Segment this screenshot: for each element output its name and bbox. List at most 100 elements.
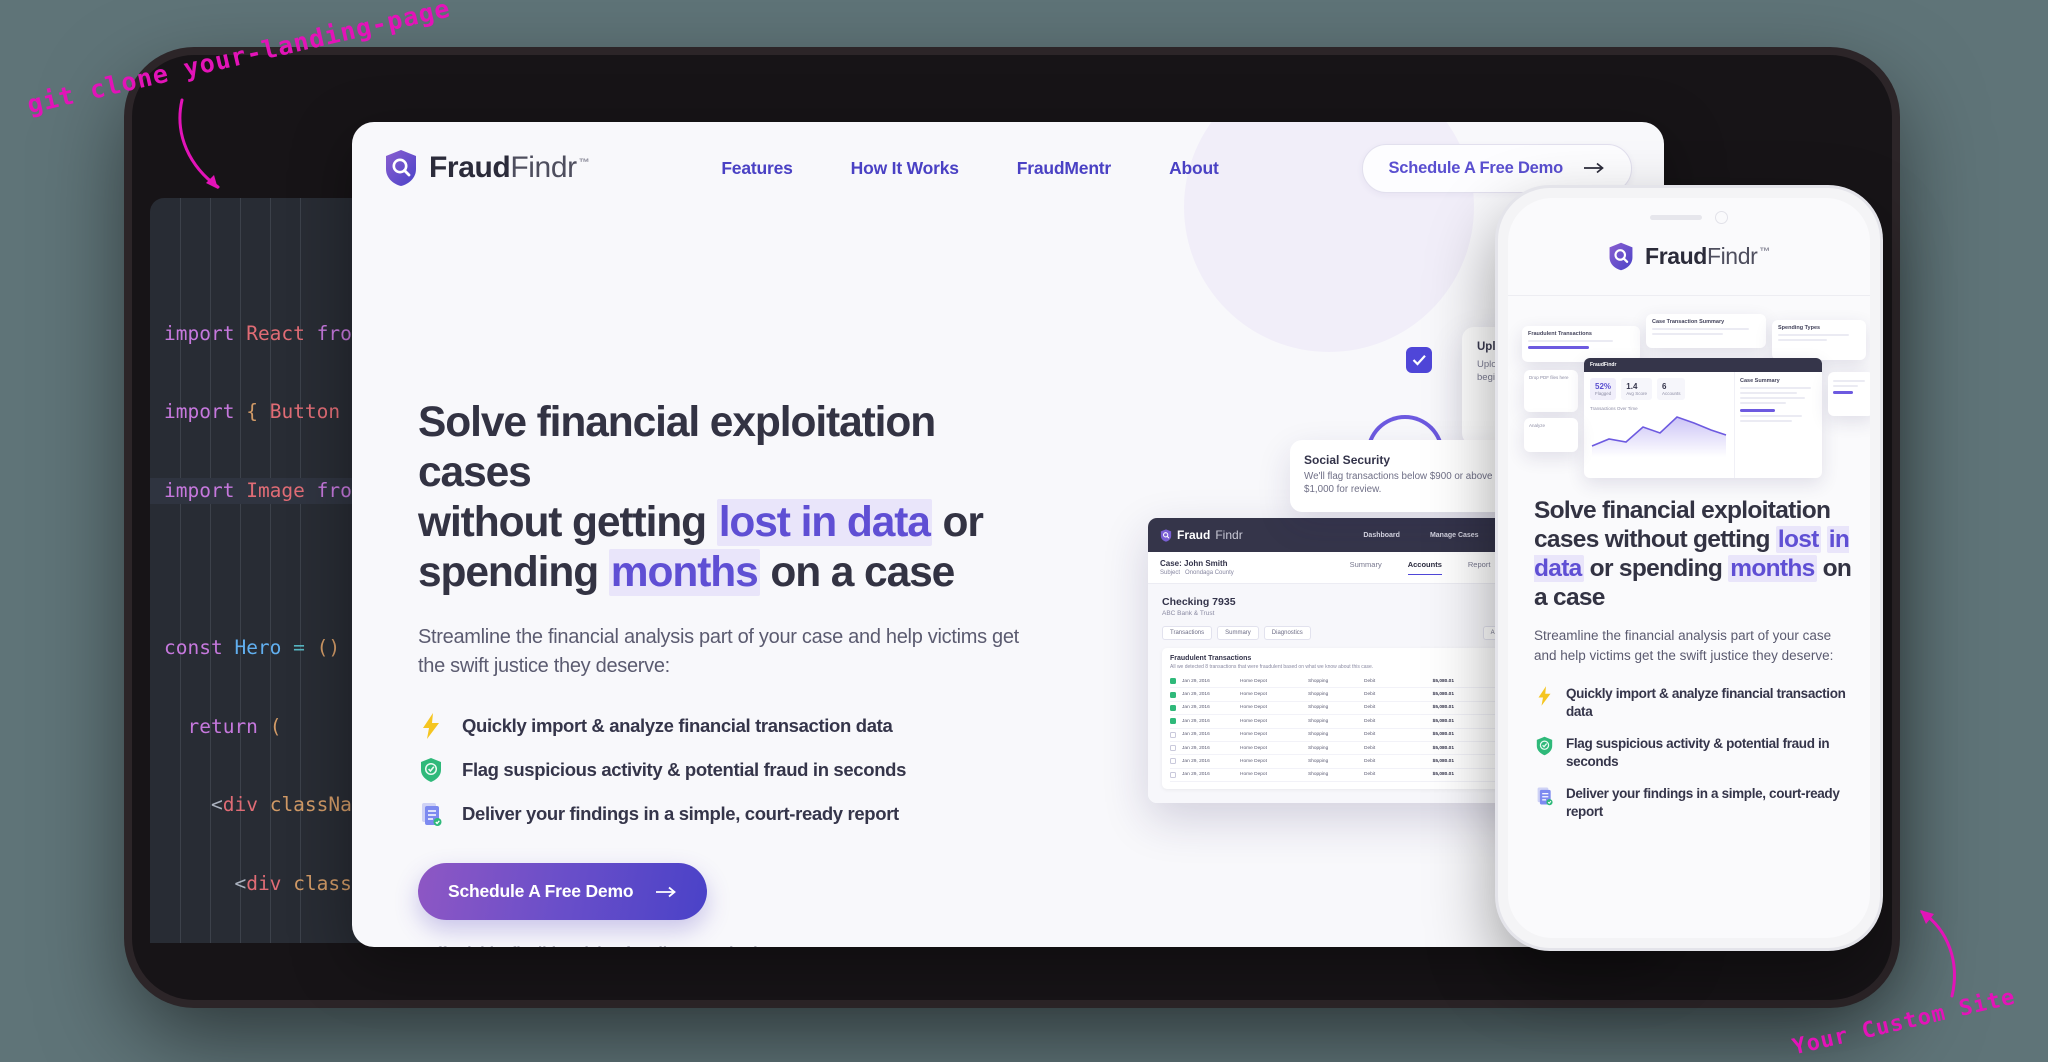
report-document-icon xyxy=(418,801,444,827)
row-checkbox[interactable] xyxy=(1170,691,1176,698)
hero-feature-list: Quickly import & analyze financial trans… xyxy=(418,713,1038,827)
feature-label: Quickly import & analyze financial trans… xyxy=(462,715,893,736)
lightning-bolt-icon xyxy=(418,713,444,739)
sub-tab-diagnostics[interactable]: Diagnostics xyxy=(1263,626,1311,640)
hero-cta-label: Schedule A Free Demo xyxy=(448,881,634,901)
headline-line-2a: without getting xyxy=(418,499,717,546)
feature-label: Flag suspicious activity & potential fra… xyxy=(462,759,907,780)
phone-headline-line-1: Solve financial exploitation xyxy=(1534,497,1831,524)
analyze-label: Analyze xyxy=(1529,423,1546,428)
phone-screen: FraudFindr ™ Fraudulent Transactions Case… xyxy=(1508,198,1870,938)
phone-graphic-card-1: Fraudulent Transactions xyxy=(1522,326,1640,362)
header-schedule-demo-button[interactable]: Schedule A Free Demo xyxy=(1361,143,1632,193)
phone-headline-highlight-months: months xyxy=(1728,555,1817,582)
phone-feature-item-flag: Flag suspicious activity & potential fra… xyxy=(1534,735,1856,771)
headline-line-2b: or xyxy=(931,499,984,546)
nav-item-features[interactable]: Features xyxy=(721,158,793,179)
phone-feature-list: Quickly import & analyze financial trans… xyxy=(1534,685,1856,821)
row-checkbox[interactable] xyxy=(1170,758,1176,765)
phone-card-title: Spending Types xyxy=(1778,325,1821,331)
hero-schedule-demo-button[interactable]: Schedule A Free Demo xyxy=(418,863,708,920)
nav-item-fraudmentr[interactable]: FraudMentr xyxy=(1017,158,1111,179)
site-header: FraudFindr ™ Features How It Works FraudM… xyxy=(352,122,1664,214)
phone-headline-highlight-lost: lost xyxy=(1775,526,1821,553)
side-title: Case Summary xyxy=(1740,378,1780,384)
phone-divider xyxy=(1508,295,1870,296)
row-checkbox[interactable] xyxy=(1170,771,1176,778)
shield-check-icon xyxy=(418,757,444,783)
phone-card-title: Case Transaction Summary xyxy=(1652,319,1725,325)
stat-card: 52% Flagged xyxy=(1590,378,1617,400)
hero-headline: Solve financial exploitation cases witho… xyxy=(418,398,1038,598)
phone-graphic-dashboard: FraudFindr 52% Flagged 1.4 Avg Score 6 A… xyxy=(1584,358,1822,478)
phone-feature-label: Quickly import & analyze financial trans… xyxy=(1566,686,1846,719)
phone-hero-content: Solve financial exploitation cases witho… xyxy=(1534,496,1856,821)
phone-dash-topbar: FraudFindr xyxy=(1584,358,1822,372)
dashboard-nav-dashboard[interactable]: Dashboard xyxy=(1363,532,1400,539)
phone-graphic-dropzone: Drop PDF files here xyxy=(1524,370,1578,412)
nav-item-how-it-works[interactable]: How It Works xyxy=(851,158,959,179)
headline-line-1: Solve financial exploitation cases xyxy=(418,399,936,496)
phone-brand-name: FraudFindr ™ xyxy=(1645,243,1770,269)
sub-tab-transactions[interactable]: Transactions xyxy=(1162,626,1213,640)
phone-card-title: Fraudulent Transactions xyxy=(1528,331,1592,337)
report-document-icon xyxy=(1534,786,1554,806)
dropzone-label: Drop PDF files here xyxy=(1529,375,1569,380)
feature-label: Deliver your findings in a simple, court… xyxy=(462,803,899,824)
shield-check-icon xyxy=(1534,736,1554,756)
row-checkbox[interactable] xyxy=(1170,731,1176,738)
row-checkbox[interactable] xyxy=(1170,704,1176,711)
phone-speaker-icon xyxy=(1650,215,1702,220)
dashboard-brand-bold: Fraud xyxy=(1177,528,1211,542)
phone-graphic-side-card xyxy=(1828,372,1870,416)
phone-subtitle: Streamline the financial analysis part o… xyxy=(1534,628,1834,663)
arrow-right-icon xyxy=(1584,162,1604,174)
landing-page-preview: FraudFindr ™ Features How It Works FraudM… xyxy=(352,122,1664,947)
check-icon xyxy=(1412,355,1426,366)
headline-highlight-lost-in-data: lost in data xyxy=(716,499,932,546)
annotation-arrow-top xyxy=(178,98,220,189)
stat-card: 1.4 Avg Score xyxy=(1621,378,1652,400)
dashboard-tab-summary[interactable]: Summary xyxy=(1350,560,1382,575)
main-navigation: Features How It Works FraudMentr About xyxy=(721,158,1218,179)
brand-logo[interactable]: FraudFindr ™ xyxy=(384,149,590,187)
row-checkbox[interactable] xyxy=(1170,678,1176,685)
hero-pricing-note: *Affordable, flexible pricing for all ag… xyxy=(418,945,1038,947)
arrow-right-icon xyxy=(656,886,677,897)
phone-hero-graphic: Fraudulent Transactions Case Transaction… xyxy=(1518,306,1870,491)
feature-item-flag: Flag suspicious activity & potential fra… xyxy=(418,757,1038,783)
hero-content: Solve financial exploitation cases witho… xyxy=(418,398,1038,947)
feature-item-report: Deliver your findings in a simple, court… xyxy=(418,801,1038,827)
phone-feature-label: Flag suspicious activity & potential fra… xyxy=(1566,736,1830,769)
phone-dash-side: Case Summary xyxy=(1734,372,1822,478)
sub-tab-summary[interactable]: Summary xyxy=(1217,626,1259,640)
phone-graphic-analyze: Analyze xyxy=(1524,418,1578,452)
dashboard-brand: Fraud Findr xyxy=(1160,528,1243,542)
headline-highlight-months: months xyxy=(608,549,760,596)
shield-search-logo-icon xyxy=(386,150,416,186)
phone-notch xyxy=(1650,211,1728,224)
row-checkbox[interactable] xyxy=(1170,718,1176,725)
phone-headline-line-2: cases without getting xyxy=(1534,526,1776,553)
headline-line-3a: spending xyxy=(418,549,609,596)
checkbox-checked-badge xyxy=(1406,347,1432,373)
row-checkbox[interactable] xyxy=(1170,745,1176,752)
dashboard-tab-report[interactable]: Report xyxy=(1468,560,1491,575)
phone-headline-line-3: or spending xyxy=(1583,555,1723,582)
annotation-arrow-bottom xyxy=(1920,910,1956,998)
shield-search-logo-icon xyxy=(1160,528,1172,542)
nav-item-about[interactable]: About xyxy=(1169,158,1219,179)
phone-feature-item-report: Deliver your findings in a simple, court… xyxy=(1534,785,1856,821)
phone-graphic-card-2: Case Transaction Summary xyxy=(1646,314,1766,348)
phone-brand-logo[interactable]: FraudFindr ™ xyxy=(1508,242,1870,271)
phone-device-frame: FraudFindr ™ Fraudulent Transactions Case… xyxy=(1498,188,1880,948)
phone-headline: Solve financial exploitation cases witho… xyxy=(1534,496,1856,612)
dashboard-nav-manage-cases[interactable]: Manage Cases xyxy=(1430,532,1479,539)
social-security-text: We'll flag transactions below $900 or ab… xyxy=(1304,471,1493,495)
phone-dash-stats: 52% Flagged 1.4 Avg Score 6 Accounts xyxy=(1590,378,1728,400)
dashboard-case-meta: Subject Onondaga County xyxy=(1160,570,1234,576)
headline-line-3b: on a case xyxy=(759,549,955,596)
feature-item-import: Quickly import & analyze financial trans… xyxy=(418,713,1038,739)
stat-card: 6 Accounts xyxy=(1656,378,1686,400)
dashboard-tab-accounts[interactable]: Accounts xyxy=(1407,560,1442,575)
